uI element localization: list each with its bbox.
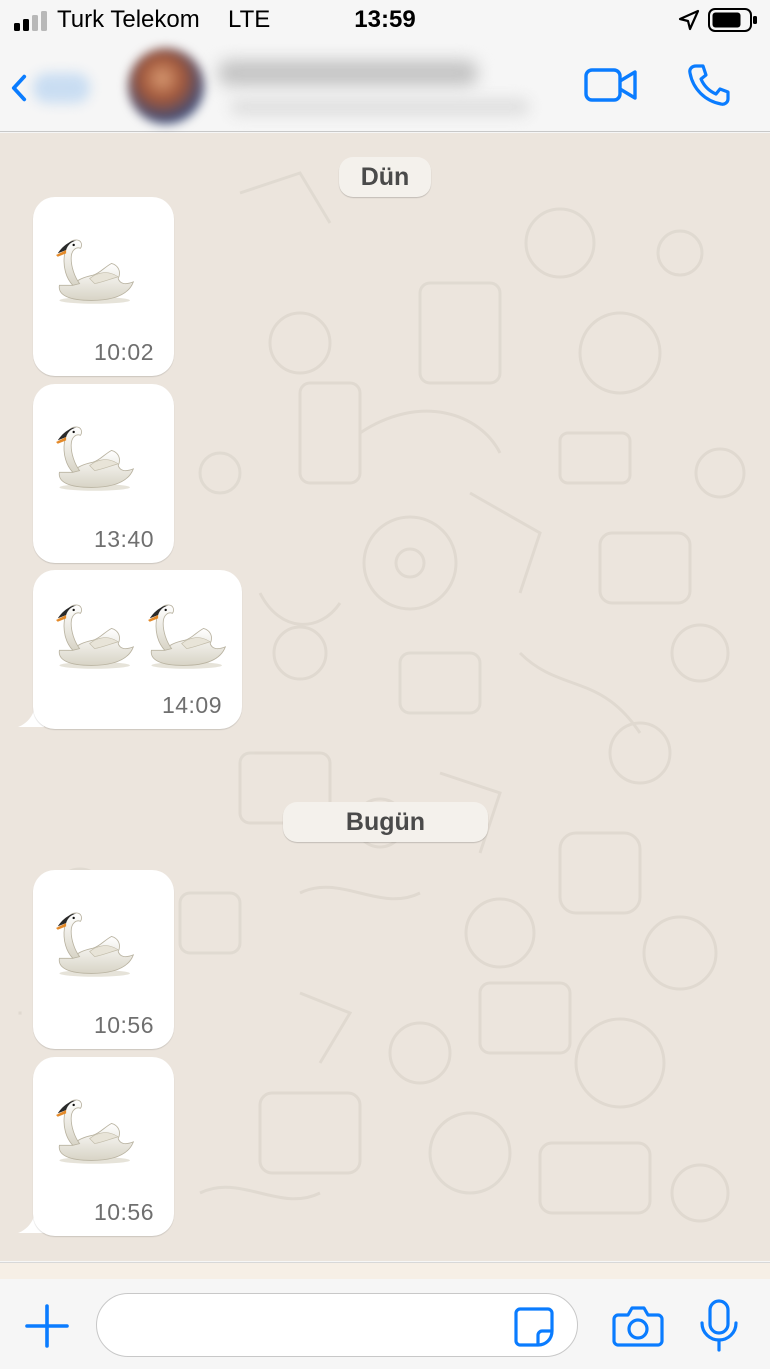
plus-icon[interactable] [24,1303,70,1349]
message-bubble[interactable]: 10:56 [33,1057,174,1236]
video-call-icon [584,68,637,102]
back-button[interactable] [10,68,90,108]
message-content [51,904,135,984]
message-time: 13:40 [93,526,154,552]
sticker-icon[interactable] [512,1305,556,1349]
message-content [51,231,135,311]
message-bubble[interactable]: 10:56 [33,870,174,1049]
swan-emoji-icon [143,596,227,676]
contact-status-blurred [230,98,530,116]
battery-icon [708,8,757,32]
message-bubble[interactable]: 14:09 [33,570,242,729]
swan-emoji-icon [51,231,135,311]
status-time: 13:59 [354,6,416,33]
message-bubble[interactable]: 10:02 [33,197,174,376]
microphone-icon[interactable] [698,1299,740,1353]
message-input-bar [0,1262,770,1369]
voice-call-button[interactable] [682,58,736,112]
contact-name[interactable] [218,58,498,88]
message-content [51,418,135,498]
back-chevron-icon [11,74,27,102]
message-content [51,596,227,676]
status-bar: Turk Telekom LTE 13:59 [0,0,770,40]
chat-area[interactable]: Dün 10:02 13:40 14:09 Bugün 10:56 10:56 [0,133,770,1261]
message-time: 10:56 [93,1012,154,1038]
video-call-button[interactable] [580,62,642,108]
message-time: 10:56 [93,1199,154,1225]
swan-emoji-icon [51,904,135,984]
contact-avatar[interactable] [128,48,204,124]
location-arrow-icon [678,9,700,31]
message-bubble[interactable]: 13:40 [33,384,174,563]
swan-emoji-icon [51,596,135,676]
date-separator-today: Bugün [283,802,488,842]
camera-icon[interactable] [612,1303,664,1349]
swan-emoji-icon [51,418,135,498]
swan-emoji-icon [51,1091,135,1171]
chat-header [0,40,770,132]
message-time: 14:09 [161,692,222,718]
message-time: 10:02 [93,339,154,365]
input-bar-divider [0,1263,770,1279]
date-separator-yesterday: Dün [339,157,431,197]
voice-call-icon [688,64,730,106]
message-content [51,1091,135,1171]
message-input[interactable] [96,1293,578,1357]
unread-count-blurred [33,73,90,103]
